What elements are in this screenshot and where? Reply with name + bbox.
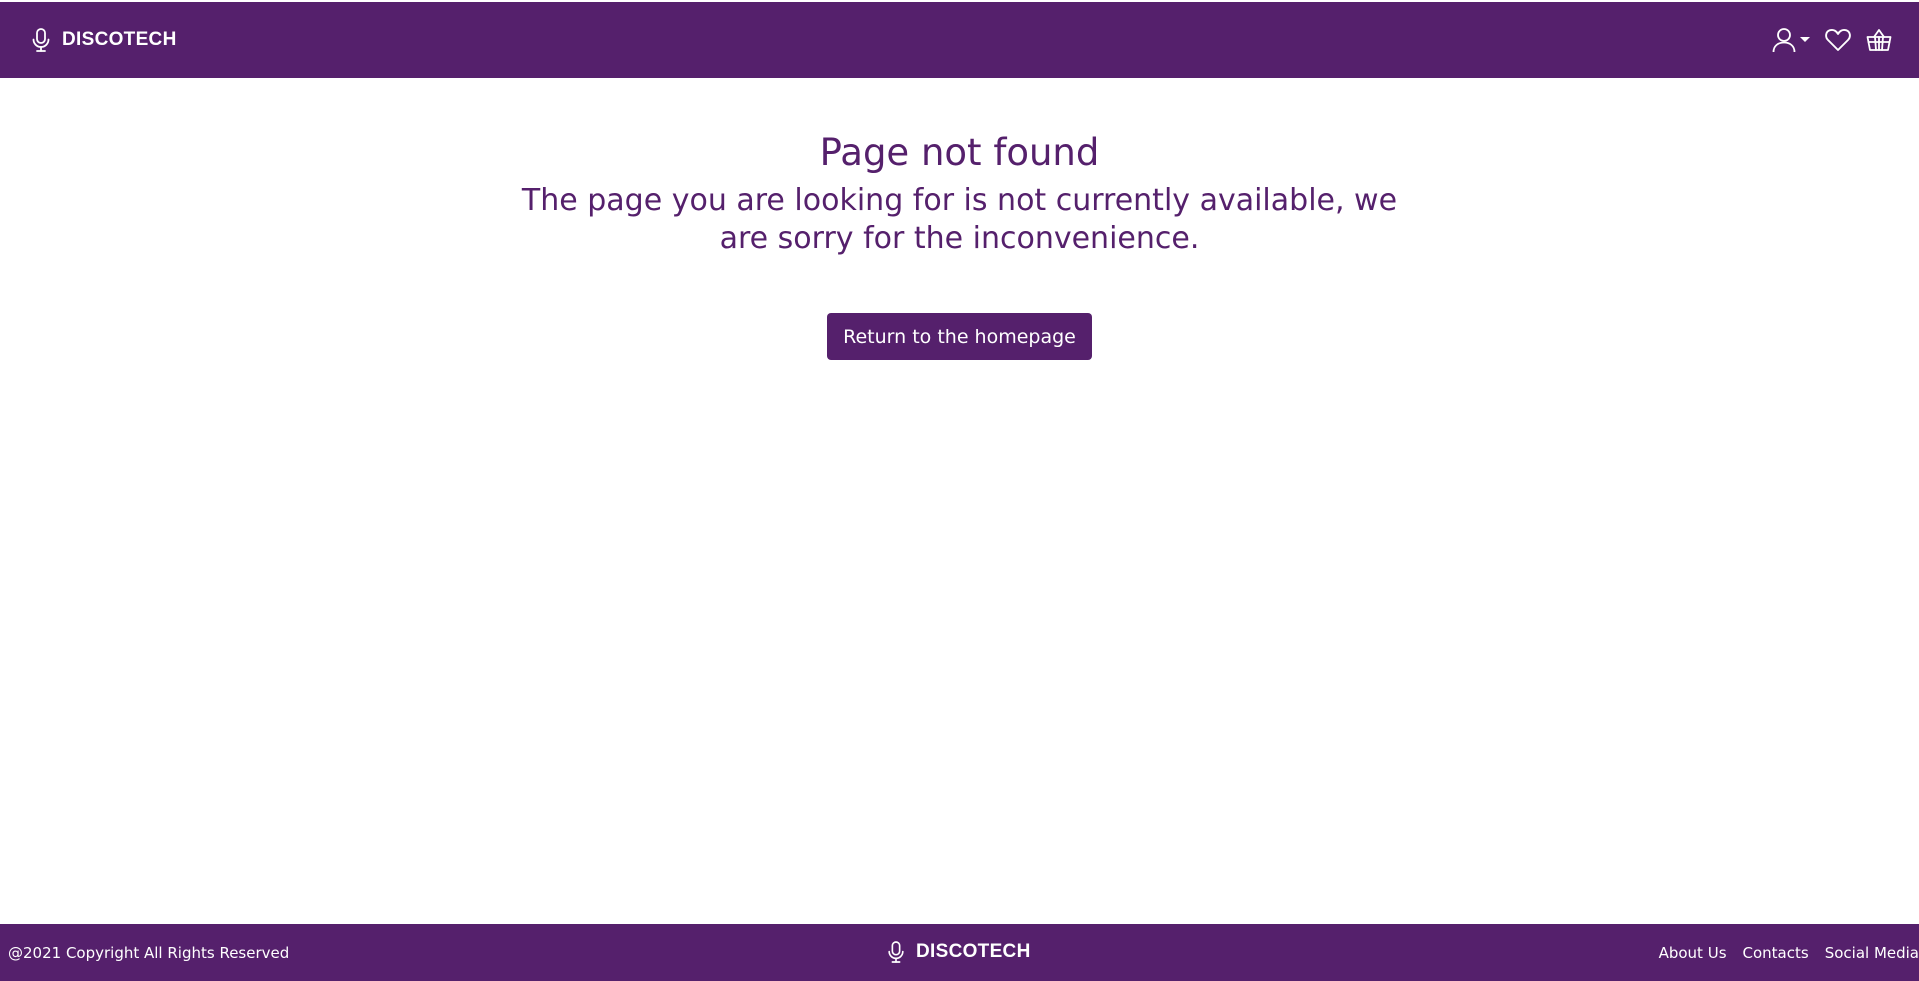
microphone-icon: [886, 941, 906, 963]
footer-link-contacts[interactable]: Contacts: [1743, 944, 1809, 962]
wishlist-button[interactable]: [1825, 28, 1851, 52]
page: DISCOTECH Page not found The page you ar…: [0, 0, 1919, 981]
footer: @2021 Copyright All Rights Reserved DISC…: [0, 924, 1919, 981]
brand-name: DISCOTECH: [62, 29, 177, 50]
return-homepage-button[interactable]: Return to the homepage: [827, 313, 1092, 360]
caret-down-icon: [1800, 37, 1810, 43]
brand-logo-link[interactable]: DISCOTECH: [30, 28, 177, 52]
footer-link-social-media[interactable]: Social Media: [1825, 944, 1919, 962]
footer-brand-name: DISCOTECH: [916, 941, 1031, 962]
cart-button[interactable]: [1866, 28, 1892, 52]
basket-icon: [1866, 28, 1892, 52]
heart-icon: [1825, 28, 1851, 52]
top-navbar: DISCOTECH: [0, 2, 1919, 78]
footer-brand-logo-link[interactable]: DISCOTECH: [886, 941, 1031, 963]
user-icon: [1772, 27, 1796, 53]
footer-links: About Us Contacts Social Media: [1643, 944, 1919, 962]
user-menu-button[interactable]: [1772, 27, 1810, 53]
page-title: Page not found: [819, 131, 1100, 174]
page-subtitle: The page you are looking for is not curr…: [521, 183, 1398, 256]
copyright-text: @2021 Copyright All Rights Reserved: [8, 943, 290, 962]
footer-link-about-us[interactable]: About Us: [1659, 944, 1727, 962]
microphone-icon: [30, 28, 52, 52]
header-actions: [1757, 27, 1892, 53]
not-found-content: Page not found The page you are looking …: [0, 78, 1919, 360]
